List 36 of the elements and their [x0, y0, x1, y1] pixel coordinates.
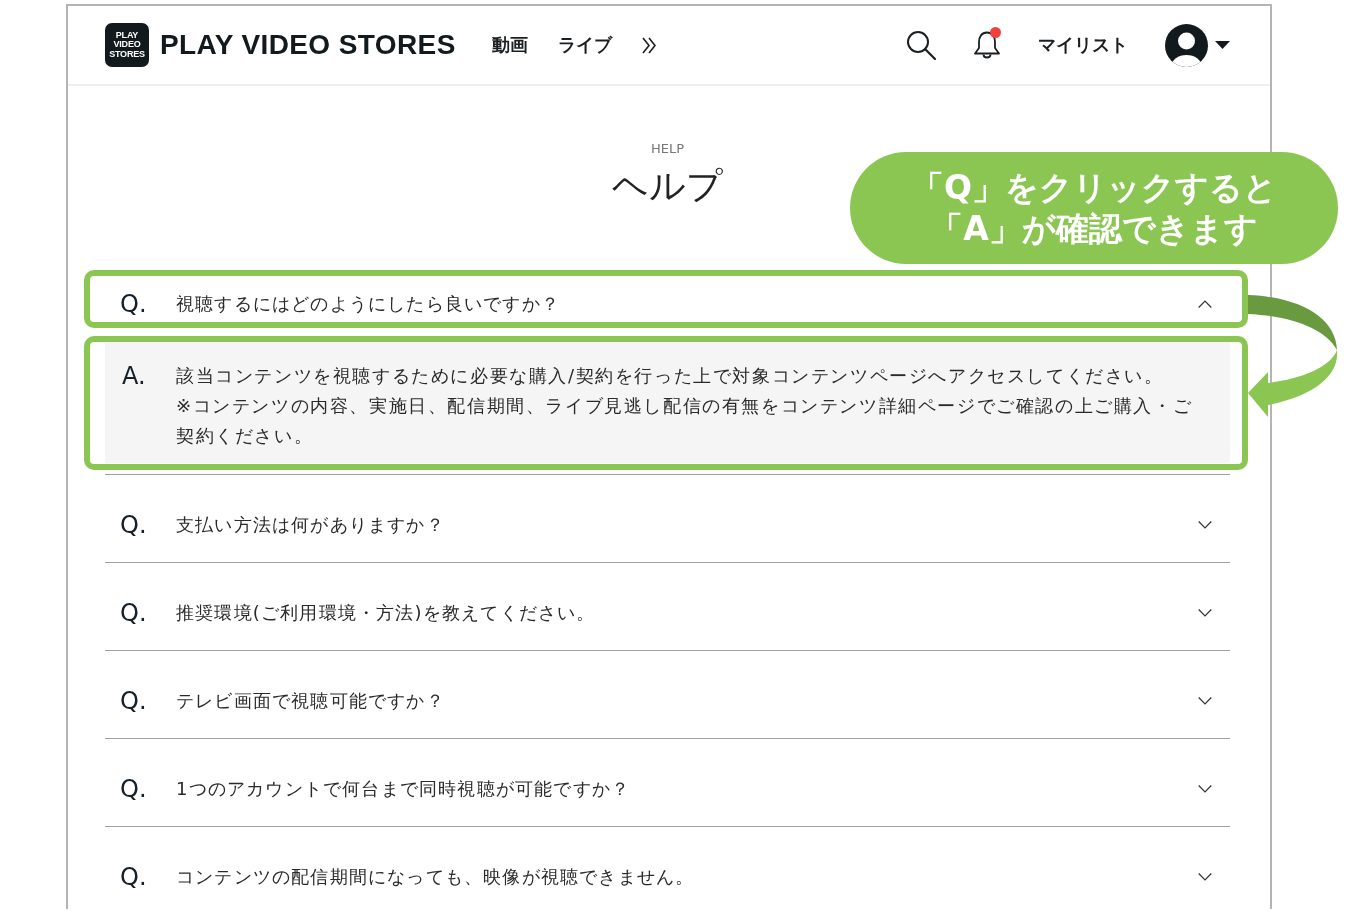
answer-text: 該当コンテンツを視聴するために必要な購入/契約を行った上で対象コンテンツページへアクセスしてください。 [176, 364, 1164, 388]
question-marker: Q. [120, 865, 148, 889]
nav-link[interactable]: 動画 [491, 33, 528, 57]
faq-question[interactable]: テレビ画面で視聴可能ですか？ [176, 689, 445, 713]
search-icon[interactable] [906, 30, 936, 60]
brand-name[interactable]: PLAY VIDEO STORES [160, 31, 456, 59]
logo-text: PLAY VIDEO STORES [109, 31, 145, 59]
question-marker: Q. [120, 513, 148, 537]
callout-text: 「A」が確認できます [930, 208, 1258, 249]
chevron-down-icon[interactable] [1198, 697, 1212, 705]
callout-text: 「Q」をクリックすると [910, 167, 1278, 208]
page-title: ヘルプ [612, 164, 723, 207]
answer-text: ※コンテンツの内容、実施日、配信期間、ライブ見逃し配信の有無をコンテンツ詳細ページでご確認の上ご購入・ご契約ください。 [176, 394, 1194, 448]
faq-question[interactable]: 推奨環境(ご利用環境・方法)を教えてください。 [176, 601, 596, 625]
chevron-down-icon[interactable] [1198, 785, 1212, 793]
avatar-icon[interactable] [1165, 23, 1208, 67]
faq-question[interactable]: 視聴するにはどのようにしたら良いですか？ [176, 292, 560, 316]
question-marker: Q. [120, 292, 148, 316]
chevron-down-icon[interactable] [1198, 521, 1212, 529]
chevron-down-icon[interactable] [1198, 873, 1212, 881]
chevron-up-icon[interactable] [1198, 300, 1212, 308]
answer-marker: A. [122, 361, 147, 391]
bell-icon[interactable] [973, 30, 1001, 60]
chevron-down-icon[interactable] [1198, 609, 1212, 617]
double-chevron-icon[interactable] [641, 36, 656, 54]
caret-icon[interactable] [1215, 41, 1230, 49]
question-marker: Q. [120, 601, 148, 625]
question-marker: Q. [120, 777, 148, 801]
faq-question[interactable]: 支払い方法は何がありますか？ [176, 513, 445, 537]
faq-question[interactable]: 1つのアカウントで何台まで同時視聴が可能ですか？ [176, 777, 631, 801]
logo-tile[interactable]: PLAY VIDEO STORES [105, 23, 149, 67]
nav-link[interactable]: ライブ [557, 33, 612, 57]
section-label: HELP [650, 141, 685, 157]
question-marker: Q. [120, 689, 148, 713]
faq-question[interactable]: コンテンツの配信期間になっても、映像が視聴できません。 [176, 865, 695, 889]
my-list-link[interactable]: マイリスト [1038, 33, 1128, 57]
